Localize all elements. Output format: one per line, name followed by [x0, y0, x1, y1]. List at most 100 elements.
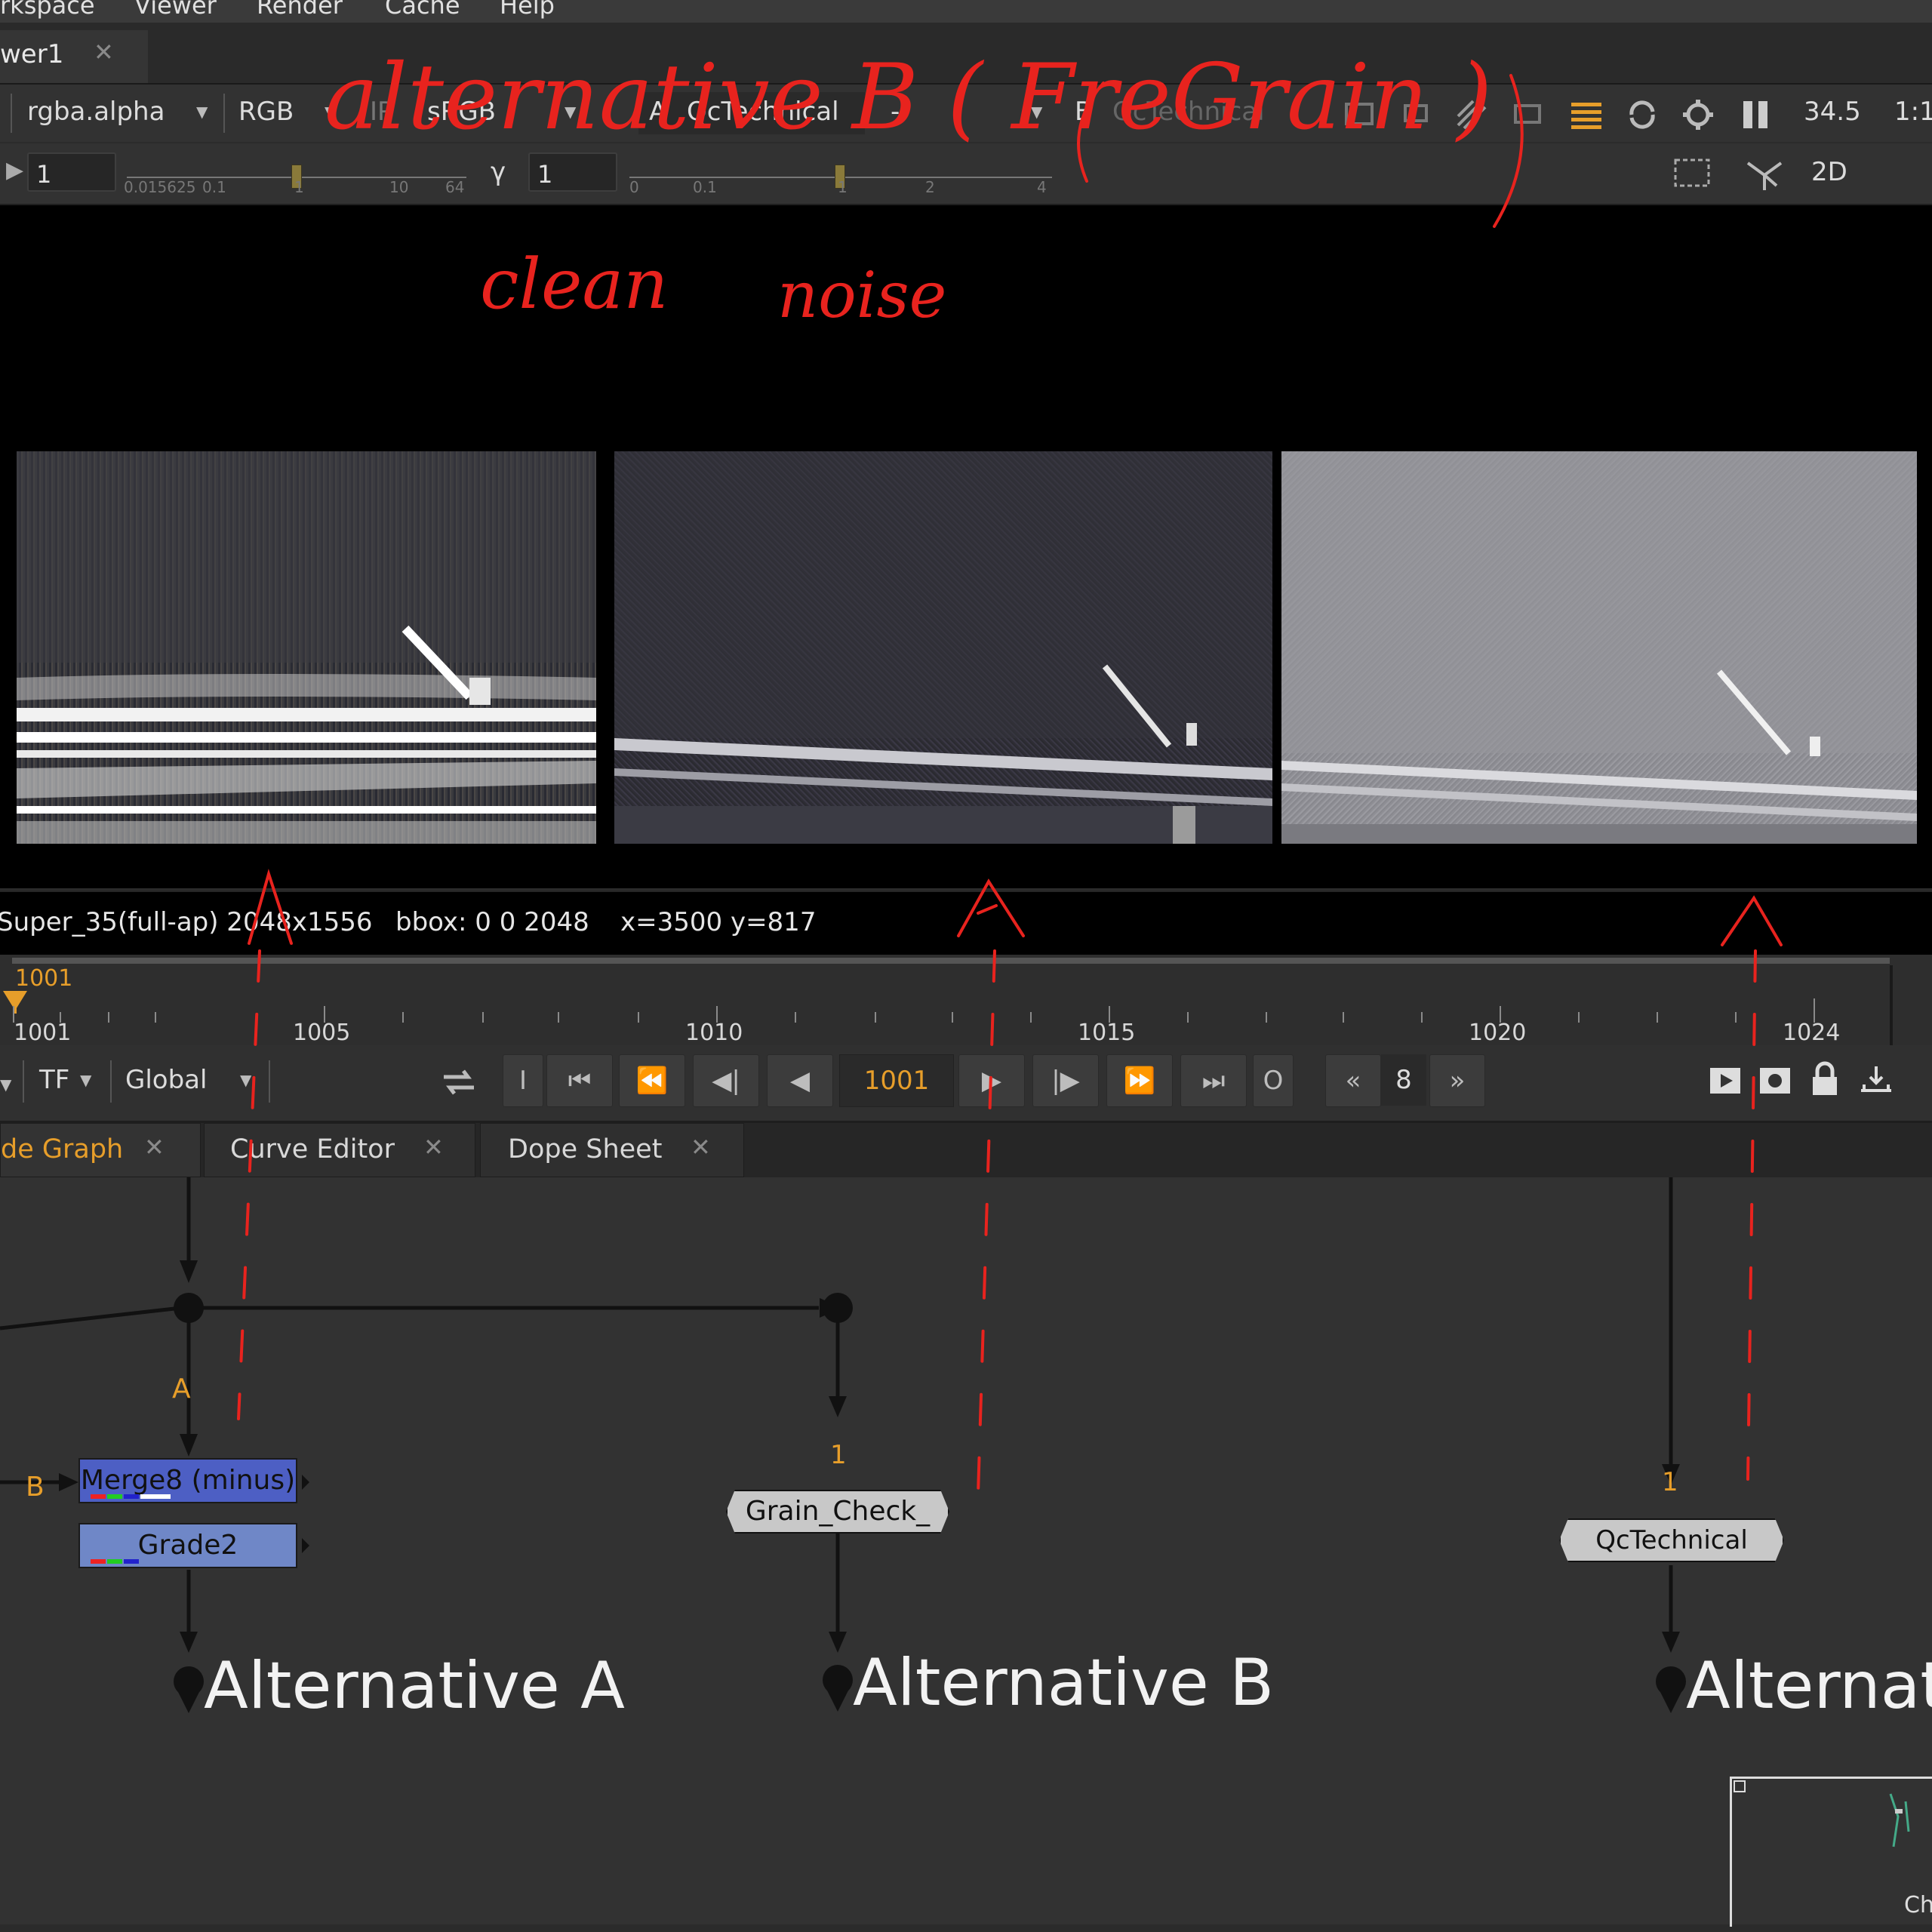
minimap-corner-handle[interactable]	[1734, 1780, 1746, 1792]
pixel-ratio[interactable]: 1:1	[1894, 97, 1932, 127]
menu-render[interactable]: Render	[257, 0, 343, 20]
chevron-down-icon: ▼	[1031, 103, 1043, 121]
input-a-select[interactable]: QcTechnical	[687, 97, 839, 127]
tab-node-graph[interactable]: de Graph ✕	[0, 1123, 201, 1177]
close-icon[interactable]: ✕	[94, 38, 114, 66]
toolbar-divider	[110, 1060, 112, 1103]
menu-cache[interactable]: Cache	[385, 0, 460, 20]
tab-viewer1[interactable]: wer1 ✕	[0, 30, 148, 83]
timeline-range-bar[interactable]	[12, 958, 1890, 964]
chevron-down-icon: ▼	[240, 1071, 252, 1089]
channel-red-indicator	[91, 1559, 106, 1564]
gamma-label: γ	[491, 157, 506, 187]
grade-node-label: Grade2	[137, 1530, 238, 1561]
current-frame-field[interactable]: 1001	[839, 1054, 954, 1107]
gamma-slider[interactable]: 0 0.1 1 2 4	[623, 154, 1054, 196]
grain-check-node-label: Grain_Check_	[745, 1496, 931, 1527]
channels-select[interactable]: rgba.alpha	[27, 97, 165, 127]
next-keyframe-button[interactable]: ⏩	[1106, 1054, 1173, 1107]
step-increment-field[interactable]: 8	[1381, 1054, 1426, 1106]
grain-check-node[interactable]: Grain_Check_	[726, 1490, 949, 1534]
transform-handle-icon[interactable]	[1743, 155, 1787, 193]
menu-workspace[interactable]: rkspace	[0, 0, 95, 20]
view-mode-select[interactable]: 2D	[1811, 157, 1847, 187]
tab-curve-editor[interactable]: Curve Editor ✕	[204, 1123, 475, 1177]
panel-tab-bar: de Graph ✕ Curve Editor ✕ Dope Sheet ✕	[0, 1123, 1932, 1177]
step-forward-button[interactable]: |▶	[1032, 1054, 1099, 1107]
chevron-down-icon: ▼	[565, 103, 577, 121]
tab-viewer1-label: wer1	[0, 39, 64, 69]
gamma-field[interactable]: 1	[528, 152, 617, 192]
channel-alpha-indicator	[140, 1494, 171, 1499]
wipe-mode-select[interactable]: -	[891, 97, 900, 127]
gain-slider[interactable]: 0.015625 0.1 1 10 64	[121, 154, 468, 196]
backdrop-label-alt-b: Alternative B	[853, 1645, 1275, 1721]
first-frame-button[interactable]: ⏮	[546, 1054, 613, 1107]
region-select-icon[interactable]	[1672, 155, 1716, 193]
grade-node[interactable]: Grade2	[78, 1523, 297, 1568]
play-forward-button[interactable]: ▶	[958, 1054, 1025, 1107]
set-out-button[interactable]: O	[1253, 1054, 1294, 1107]
input-b-label: B	[1075, 97, 1093, 127]
timeline-label: 1005	[293, 1020, 351, 1046]
time-mode-select[interactable]: TF	[39, 1065, 69, 1095]
viewer-tab-bar	[0, 23, 1932, 85]
refresh-icon[interactable]	[1626, 98, 1659, 131]
lut-select[interactable]: sRGB	[427, 97, 496, 127]
node-graph-canvas[interactable]: A B 1 1 Merge8 (minus) Grade2 Grain_Chec…	[0, 1177, 1932, 1927]
record-icon[interactable]	[1757, 1063, 1793, 1100]
play-backward-button[interactable]: ◀	[767, 1054, 833, 1107]
gamma-tick-label: 0	[629, 178, 639, 196]
playback-range-icon[interactable]	[1857, 1060, 1896, 1100]
minimap[interactable]: Ch	[1730, 1777, 1932, 1927]
merge-node[interactable]: Merge8 (minus)	[78, 1458, 297, 1503]
backdrop-label-alt-c: Alternat	[1686, 1648, 1932, 1724]
skip-forward-button[interactable]: »	[1429, 1054, 1485, 1107]
skip-back-button[interactable]: «	[1325, 1054, 1381, 1107]
grain-preview	[1281, 451, 1917, 844]
tab-node-graph-label: de Graph	[1, 1134, 124, 1164]
timeline-label: 1024	[1783, 1020, 1841, 1046]
flipbook-icon[interactable]	[1707, 1063, 1743, 1100]
menu-help[interactable]: Help	[500, 0, 555, 20]
settings-gear-icon[interactable]	[1681, 98, 1715, 131]
toolbar-divider	[269, 1060, 270, 1103]
overlay-icon[interactable]	[1399, 98, 1432, 131]
input-b-select[interactable]: QcTechnical	[1112, 97, 1265, 127]
close-icon[interactable]: ✕	[144, 1133, 165, 1161]
channel-red-indicator	[91, 1494, 106, 1499]
gamma-tick-label: 2	[925, 178, 935, 196]
monitor-out-icon[interactable]	[1511, 98, 1544, 131]
scope-select[interactable]: Global	[125, 1065, 207, 1095]
play-arrow-icon[interactable]: ▶	[6, 157, 23, 183]
lock-icon[interactable]	[1807, 1060, 1843, 1100]
color-channels-select[interactable]: RGB	[238, 97, 294, 127]
gain-tick-label: 10	[389, 178, 409, 196]
qc-technical-node[interactable]: QcTechnical	[1559, 1518, 1784, 1562]
tab-dope-sheet[interactable]: Dope Sheet ✕	[480, 1123, 744, 1177]
prev-keyframe-button[interactable]: ⏪	[619, 1054, 685, 1107]
roi-icon[interactable]	[1343, 98, 1377, 131]
timeline[interactable]: 1001 1001 1005 1010 1015 1020 1024	[0, 955, 1932, 1046]
gain-tick-label: 64	[445, 178, 465, 196]
viewer-canvas[interactable]	[0, 205, 1932, 888]
proxy-icon[interactable]: IP	[370, 97, 393, 127]
image-content-1	[17, 451, 596, 844]
minimap-nodes	[1889, 1793, 1910, 1847]
loop-icon[interactable]	[438, 1063, 480, 1101]
channel-blue-indicator	[124, 1494, 139, 1499]
stripes-icon[interactable]	[1455, 98, 1488, 131]
step-back-button[interactable]: ◀|	[693, 1054, 759, 1107]
pause-icon[interactable]	[1739, 98, 1772, 131]
guides-icon[interactable]	[1570, 98, 1603, 131]
viewer-info-bar: Super_35(full-ap) 2048x1556 bbox: 0 0 20…	[0, 891, 1932, 956]
toolbar-divider	[223, 94, 225, 133]
chevron-down-icon: ▼	[0, 1075, 12, 1094]
last-frame-button[interactable]: ⏭	[1180, 1054, 1247, 1107]
menu-viewer[interactable]: Viewer	[134, 0, 217, 20]
tab-curve-editor-label: Curve Editor	[230, 1134, 395, 1164]
gain-field[interactable]: 1	[27, 152, 116, 192]
set-in-button[interactable]: I	[503, 1054, 543, 1107]
close-icon[interactable]: ✕	[691, 1133, 711, 1161]
close-icon[interactable]: ✕	[423, 1133, 444, 1161]
